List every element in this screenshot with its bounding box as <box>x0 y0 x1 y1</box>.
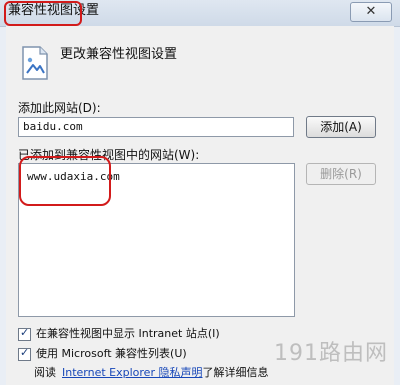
ms-list-option[interactable]: 使用 Microsoft 兼容性列表(U) <box>18 346 187 361</box>
add-site-label: 添加此网站(D): <box>18 101 101 115</box>
privacy-footer: 阅读 Internet Explorer 隐私声明 了解详细信息 <box>34 366 268 380</box>
compatibility-view-icon <box>22 46 48 80</box>
intranet-checkbox[interactable] <box>18 326 31 341</box>
site-listbox[interactable]: www.udaxia.com <box>18 156 295 317</box>
add-button[interactable]: 添加(A) <box>306 116 376 138</box>
privacy-suffix: 了解详细信息 <box>202 366 269 379</box>
privacy-prefix: 阅读 <box>34 366 56 379</box>
close-button[interactable]: ✕ <box>350 2 392 22</box>
remove-button[interactable]: 删除(R) <box>306 163 376 185</box>
intranet-option[interactable]: 在兼容性视图中显示 Intranet 站点(I) <box>18 326 220 341</box>
dialog-heading: 更改兼容性视图设置 <box>60 47 178 62</box>
site-watermark: 191路由网 <box>274 341 388 366</box>
ms-list-checkbox[interactable] <box>18 346 31 361</box>
highlight-ring-title <box>4 1 82 26</box>
highlight-ring-list <box>19 156 111 206</box>
add-site-input[interactable]: baidu.com <box>18 117 294 137</box>
intranet-option-label: 在兼容性视图中显示 Intranet 站点(I) <box>36 327 220 340</box>
window-title: 兼容性视图设置 <box>4 1 103 26</box>
ms-list-option-label: 使用 Microsoft 兼容性列表(U) <box>36 347 187 360</box>
title-bar: 兼容性视图设置 ✕ <box>0 0 400 27</box>
privacy-link[interactable]: Internet Explorer 隐私声明 <box>62 366 202 380</box>
